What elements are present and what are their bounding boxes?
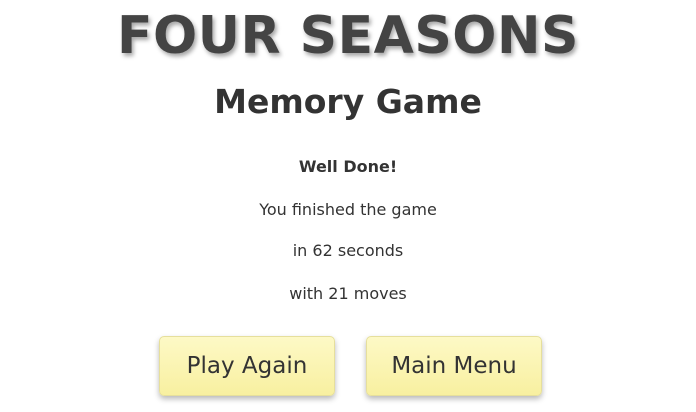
main-menu-button[interactable]: Main Menu [366,336,542,396]
game-subtitle: Memory Game [214,82,482,121]
game-over-screen: FOUR SEASONS Memory Game Well Done! You … [0,0,696,412]
result-heading: Well Done! [298,157,398,176]
result-moves-text: with 21 moves [289,284,407,303]
play-again-button[interactable]: Play Again [159,336,335,396]
result-time-text: in 62 seconds [292,241,404,260]
result-finished-text: You finished the game [259,200,437,219]
game-title: FOUR SEASONS [117,6,579,66]
